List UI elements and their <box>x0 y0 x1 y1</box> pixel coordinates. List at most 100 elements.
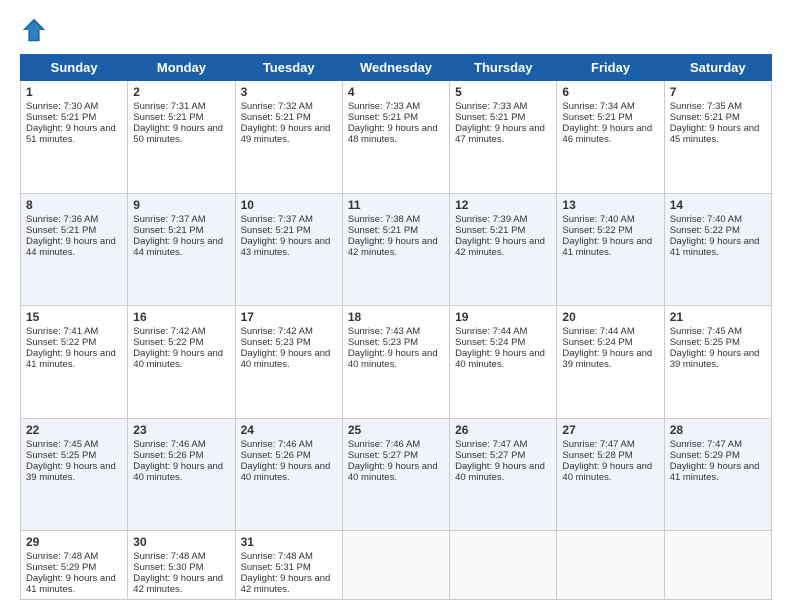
calendar-cell: 26Sunrise: 7:47 AMSunset: 5:27 PMDayligh… <box>450 418 557 531</box>
sunset-label: Sunset: 5:24 PM <box>562 337 632 348</box>
sunset-label: Sunset: 5:29 PM <box>26 562 96 573</box>
daylight-label: Daylight: 9 hours and 42 minutes. <box>348 236 438 258</box>
calendar-cell <box>450 531 557 600</box>
sunset-label: Sunset: 5:21 PM <box>455 225 525 236</box>
calendar-cell: 17Sunrise: 7:42 AMSunset: 5:23 PMDayligh… <box>235 306 342 419</box>
daylight-label: Daylight: 9 hours and 41 minutes. <box>26 348 116 370</box>
column-header-sunday: Sunday <box>21 55 128 81</box>
day-number: 29 <box>26 535 122 549</box>
sunrise-label: Sunrise: 7:37 AM <box>241 214 313 225</box>
sunrise-label: Sunrise: 7:48 AM <box>133 551 205 562</box>
day-number: 4 <box>348 85 444 99</box>
sunrise-label: Sunrise: 7:46 AM <box>348 439 420 450</box>
day-number: 15 <box>26 310 122 324</box>
daylight-label: Daylight: 9 hours and 42 minutes. <box>455 236 545 258</box>
calendar-cell: 29Sunrise: 7:48 AMSunset: 5:29 PMDayligh… <box>21 531 128 600</box>
day-number: 8 <box>26 198 122 212</box>
sunrise-label: Sunrise: 7:47 AM <box>455 439 527 450</box>
daylight-label: Daylight: 9 hours and 41 minutes. <box>670 236 760 258</box>
sunrise-label: Sunrise: 7:42 AM <box>133 326 205 337</box>
calendar-cell: 18Sunrise: 7:43 AMSunset: 5:23 PMDayligh… <box>342 306 449 419</box>
day-number: 18 <box>348 310 444 324</box>
sunrise-label: Sunrise: 7:39 AM <box>455 214 527 225</box>
page: SundayMondayTuesdayWednesdayThursdayFrid… <box>0 0 792 612</box>
calendar-cell: 31Sunrise: 7:48 AMSunset: 5:31 PMDayligh… <box>235 531 342 600</box>
sunset-label: Sunset: 5:27 PM <box>348 450 418 461</box>
sunset-label: Sunset: 5:21 PM <box>26 112 96 123</box>
daylight-label: Daylight: 9 hours and 41 minutes. <box>670 461 760 483</box>
sunrise-label: Sunrise: 7:40 AM <box>670 214 742 225</box>
day-number: 24 <box>241 423 337 437</box>
sunset-label: Sunset: 5:30 PM <box>133 562 203 573</box>
calendar-cell: 5Sunrise: 7:33 AMSunset: 5:21 PMDaylight… <box>450 81 557 194</box>
calendar-cell: 4Sunrise: 7:33 AMSunset: 5:21 PMDaylight… <box>342 81 449 194</box>
calendar-cell: 7Sunrise: 7:35 AMSunset: 5:21 PMDaylight… <box>664 81 771 194</box>
sunrise-label: Sunrise: 7:33 AM <box>455 101 527 112</box>
day-number: 20 <box>562 310 658 324</box>
sunset-label: Sunset: 5:22 PM <box>133 337 203 348</box>
day-number: 22 <box>26 423 122 437</box>
day-number: 6 <box>562 85 658 99</box>
daylight-label: Daylight: 9 hours and 40 minutes. <box>455 348 545 370</box>
calendar-cell: 30Sunrise: 7:48 AMSunset: 5:30 PMDayligh… <box>128 531 235 600</box>
sunrise-label: Sunrise: 7:34 AM <box>562 101 634 112</box>
header <box>20 16 772 44</box>
calendar-cell: 2Sunrise: 7:31 AMSunset: 5:21 PMDaylight… <box>128 81 235 194</box>
sunset-label: Sunset: 5:25 PM <box>670 337 740 348</box>
daylight-label: Daylight: 9 hours and 41 minutes. <box>562 236 652 258</box>
calendar-cell: 24Sunrise: 7:46 AMSunset: 5:26 PMDayligh… <box>235 418 342 531</box>
day-number: 16 <box>133 310 229 324</box>
calendar-cell <box>557 531 664 600</box>
daylight-label: Daylight: 9 hours and 45 minutes. <box>670 123 760 145</box>
day-number: 10 <box>241 198 337 212</box>
calendar-cell: 6Sunrise: 7:34 AMSunset: 5:21 PMDaylight… <box>557 81 664 194</box>
sunrise-label: Sunrise: 7:46 AM <box>133 439 205 450</box>
sunset-label: Sunset: 5:22 PM <box>562 225 632 236</box>
sunset-label: Sunset: 5:26 PM <box>133 450 203 461</box>
sunrise-label: Sunrise: 7:38 AM <box>348 214 420 225</box>
daylight-label: Daylight: 9 hours and 44 minutes. <box>26 236 116 258</box>
sunset-label: Sunset: 5:24 PM <box>455 337 525 348</box>
daylight-label: Daylight: 9 hours and 40 minutes. <box>133 348 223 370</box>
column-header-thursday: Thursday <box>450 55 557 81</box>
day-number: 27 <box>562 423 658 437</box>
daylight-label: Daylight: 9 hours and 48 minutes. <box>348 123 438 145</box>
sunset-label: Sunset: 5:21 PM <box>241 225 311 236</box>
daylight-label: Daylight: 9 hours and 44 minutes. <box>133 236 223 258</box>
daylight-label: Daylight: 9 hours and 41 minutes. <box>26 573 116 595</box>
sunrise-label: Sunrise: 7:41 AM <box>26 326 98 337</box>
calendar-cell: 28Sunrise: 7:47 AMSunset: 5:29 PMDayligh… <box>664 418 771 531</box>
daylight-label: Daylight: 9 hours and 49 minutes. <box>241 123 331 145</box>
sunset-label: Sunset: 5:29 PM <box>670 450 740 461</box>
calendar-cell: 8 Sunrise: 7:36 AMSunset: 5:21 PMDaylight… <box>21 193 128 306</box>
daylight-label: Daylight: 9 hours and 42 minutes. <box>133 573 223 595</box>
day-number: 7 <box>670 85 766 99</box>
sunset-label: Sunset: 5:21 PM <box>26 225 96 236</box>
day-number: 2 <box>133 85 229 99</box>
column-header-tuesday: Tuesday <box>235 55 342 81</box>
day-number: 19 <box>455 310 551 324</box>
calendar-cell: 13Sunrise: 7:40 AMSunset: 5:22 PMDayligh… <box>557 193 664 306</box>
day-number: 21 <box>670 310 766 324</box>
daylight-label: Daylight: 9 hours and 47 minutes. <box>455 123 545 145</box>
daylight-label: Daylight: 9 hours and 40 minutes. <box>348 461 438 483</box>
calendar-cell: 12Sunrise: 7:39 AMSunset: 5:21 PMDayligh… <box>450 193 557 306</box>
day-number: 11 <box>348 198 444 212</box>
day-number: 1 <box>26 85 122 99</box>
calendar-cell: 9Sunrise: 7:37 AMSunset: 5:21 PMDaylight… <box>128 193 235 306</box>
sunset-label: Sunset: 5:22 PM <box>26 337 96 348</box>
calendar-cell: 27Sunrise: 7:47 AMSunset: 5:28 PMDayligh… <box>557 418 664 531</box>
sunset-label: Sunset: 5:26 PM <box>241 450 311 461</box>
sunset-label: Sunset: 5:23 PM <box>241 337 311 348</box>
daylight-label: Daylight: 9 hours and 40 minutes. <box>133 461 223 483</box>
day-number: 3 <box>241 85 337 99</box>
calendar-header-row: SundayMondayTuesdayWednesdayThursdayFrid… <box>21 55 772 81</box>
sunset-label: Sunset: 5:21 PM <box>348 112 418 123</box>
column-header-saturday: Saturday <box>664 55 771 81</box>
sunrise-label: Sunrise: 7:32 AM <box>241 101 313 112</box>
sunset-label: Sunset: 5:21 PM <box>348 225 418 236</box>
sunrise-label: Sunrise: 7:44 AM <box>455 326 527 337</box>
day-number: 25 <box>348 423 444 437</box>
calendar-cell: 11 Sunrise: 7:38 AMSunset: 5:21 PMDayligh… <box>342 193 449 306</box>
sunrise-label: Sunrise: 7:36 AM <box>26 214 98 225</box>
